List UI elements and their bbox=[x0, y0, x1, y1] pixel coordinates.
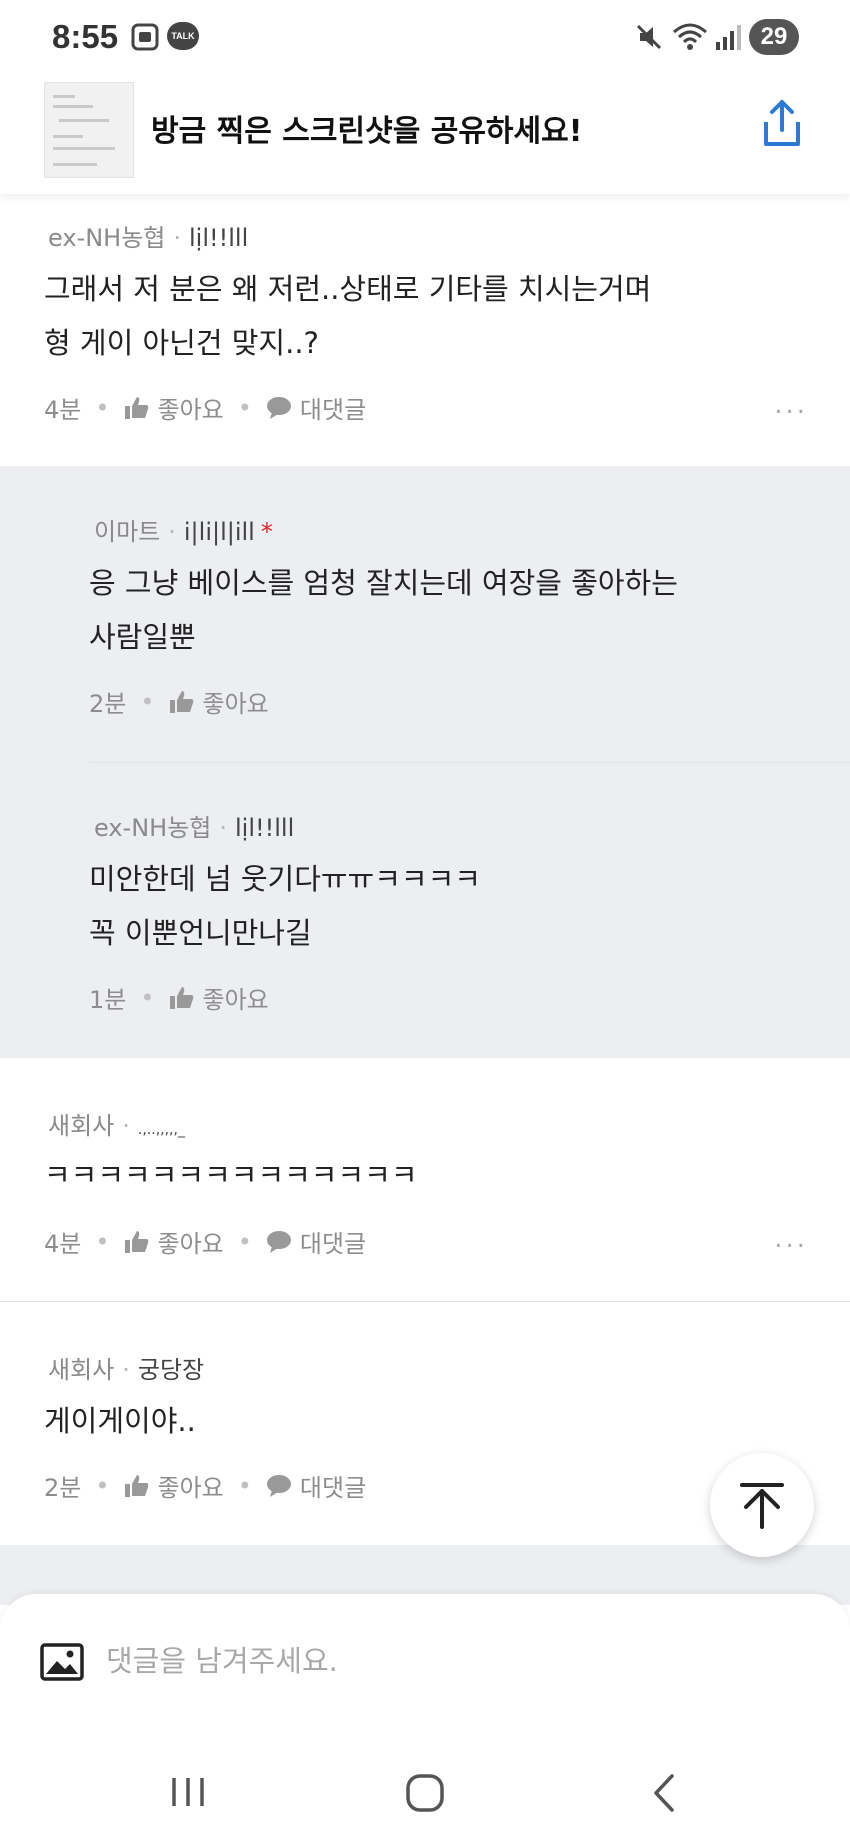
status-bar: 8:55 TALK 29 bbox=[0, 0, 850, 76]
comment-meta: 새회사 · 궁당장 bbox=[48, 1356, 205, 1384]
comment-body: ㅋㅋㅋㅋㅋㅋㅋㅋㅋㅋㅋㅋㅋㅋ bbox=[44, 1148, 418, 1202]
speech-bubble-icon[interactable] bbox=[266, 1230, 292, 1254]
comment-body: 게이게이야.. bbox=[44, 1394, 196, 1448]
kakaotalk-icon: TALK bbox=[167, 22, 199, 50]
comment-line: 미안한데 넘 웃기다ㅠㅠㅋㅋㅋㅋ bbox=[89, 862, 481, 896]
share-icon[interactable] bbox=[758, 98, 806, 150]
comment-author[interactable]: 이마트 bbox=[94, 518, 160, 546]
comment-meta: ex-NH농협 · lịl!!lll bbox=[48, 224, 249, 252]
scroll-to-top-button[interactable] bbox=[710, 1453, 814, 1557]
system-nav-bar bbox=[0, 1744, 850, 1842]
back-icon[interactable] bbox=[646, 1772, 682, 1814]
home-icon[interactable] bbox=[404, 1772, 446, 1814]
comment-time: 2분 bbox=[89, 690, 127, 718]
comment-author[interactable]: 새회사 bbox=[48, 1356, 114, 1384]
thumbs-up-icon[interactable] bbox=[124, 1474, 150, 1498]
comment-line: 그래서 저 분은 왜 저런..상태로 기타를 치시는거며 bbox=[44, 272, 652, 306]
comment-badge: lịl!!lll bbox=[189, 224, 249, 252]
comment-item: 새회사 · .,..,,,,,_ ㅋㅋㅋㅋㅋㅋㅋㅋㅋㅋㅋㅋㅋㅋ 4분 • 좋아요 •… bbox=[0, 1058, 850, 1300]
comment-badge: i|li|l|ill bbox=[183, 518, 255, 546]
thumbs-up-icon[interactable] bbox=[124, 396, 150, 420]
comment-line: 게이게이야.. bbox=[44, 1404, 196, 1438]
comment-actions: 4분 • 좋아요 • 대댓글 bbox=[44, 1224, 366, 1259]
more-options-button[interactable]: ... bbox=[774, 1224, 808, 1254]
comment-item: ex-NH농협 · lịl!!lll 그래서 저 분은 왜 저런..상태로 기타를 … bbox=[0, 194, 850, 466]
comment-body: 미안한데 넘 웃기다ㅠㅠㅋㅋㅋㅋ 꼭 이뿐언니만나길 bbox=[89, 852, 481, 960]
comment-meta: ex-NH농협 · lịl!!lll bbox=[94, 814, 295, 842]
screenshot-icon bbox=[131, 23, 159, 51]
status-time: 8:55 bbox=[52, 18, 119, 55]
comment-badge: .,..,,,,,_ bbox=[137, 1122, 185, 1138]
comment-badge: lịl!!lll bbox=[235, 814, 295, 842]
comment-line: ㅋㅋㅋㅋㅋㅋㅋㅋㅋㅋㅋㅋㅋㅋ bbox=[44, 1158, 418, 1192]
share-banner-title: 방금 찍은 스크린샷을 공유하세요! bbox=[151, 114, 583, 149]
like-button[interactable]: 좋아요 bbox=[158, 390, 224, 425]
reply-group: 이마트 · i|li|l|ill * 응 그냥 베이스를 엄청 잘치는데 여장을 좋아… bbox=[0, 466, 850, 1058]
required-star: * bbox=[260, 518, 273, 546]
comment-author[interactable]: ex-NH농협 bbox=[48, 224, 165, 252]
comment-body: 그래서 저 분은 왜 저런..상태로 기타를 치시는거며 형 게이 아닌건 맞지… bbox=[44, 262, 651, 370]
comment-input[interactable]: 댓글을 남겨주세요. bbox=[106, 1638, 338, 1680]
reply-divider bbox=[89, 762, 850, 763]
recent-apps-icon[interactable] bbox=[168, 1772, 208, 1812]
comment-time: 2분 bbox=[44, 1474, 82, 1502]
comment-author[interactable]: ex-NH농협 bbox=[94, 814, 211, 842]
comment-actions: 1분 • 좋아요 bbox=[89, 980, 269, 1015]
comment-badge: 궁당장 bbox=[137, 1356, 205, 1384]
comment-meta: 이마트 · i|li|l|ill * bbox=[94, 518, 273, 546]
speech-bubble-icon[interactable] bbox=[266, 396, 292, 420]
battery-indicator: 29 bbox=[749, 19, 799, 55]
like-button[interactable]: 좋아요 bbox=[158, 1224, 224, 1259]
comment-time: 1분 bbox=[89, 986, 127, 1014]
mute-icon bbox=[636, 24, 662, 50]
comment-body: 응 그냥 베이스를 엄청 잘치는데 여장을 좋아하는 사람일뿐 bbox=[89, 556, 678, 664]
signal-icon bbox=[716, 25, 741, 50]
reply-button[interactable]: 대댓글 bbox=[300, 1224, 366, 1259]
comment-time: 4분 bbox=[44, 1230, 82, 1258]
more-options-button[interactable]: ... bbox=[774, 390, 808, 420]
thumbs-up-icon[interactable] bbox=[169, 986, 195, 1010]
comment-line: 꼭 이뿐언니만나길 bbox=[89, 916, 312, 950]
like-button[interactable]: 좋아요 bbox=[158, 1468, 224, 1503]
arrow-up-icon bbox=[740, 1483, 784, 1529]
comment-actions: 2분 • 좋아요 bbox=[89, 684, 269, 719]
comment-actions: 2분 • 좋아요 • 대댓글 bbox=[44, 1468, 366, 1503]
image-attach-icon[interactable] bbox=[40, 1642, 84, 1682]
comment-line: 형 게이 아닌건 맞지..? bbox=[44, 326, 319, 360]
comment-meta: 새회사 · .,..,,,,,_ bbox=[48, 1112, 185, 1140]
speech-bubble-icon[interactable] bbox=[266, 1474, 292, 1498]
kakaotalk-label: TALK bbox=[171, 31, 195, 41]
like-button[interactable]: 좋아요 bbox=[203, 980, 269, 1015]
comment-time: 4분 bbox=[44, 396, 82, 424]
like-button[interactable]: 좋아요 bbox=[203, 684, 269, 719]
comment-actions: 4분 • 좋아요 • 대댓글 bbox=[44, 390, 366, 425]
thumbs-up-icon[interactable] bbox=[124, 1230, 150, 1254]
comment-composer: 댓글을 남겨주세요. bbox=[0, 1594, 850, 1744]
share-screenshot-banner[interactable]: 방금 찍은 스크린샷을 공유하세요! bbox=[0, 76, 850, 194]
wifi-icon bbox=[673, 23, 707, 50]
thumbs-up-icon[interactable] bbox=[169, 690, 195, 714]
reply-button[interactable]: 대댓글 bbox=[300, 390, 366, 425]
comment-line: 사람일뿐 bbox=[89, 620, 196, 654]
reply-button[interactable]: 대댓글 bbox=[300, 1468, 366, 1503]
comment-author[interactable]: 새회사 bbox=[48, 1112, 114, 1140]
screenshot-thumbnail[interactable] bbox=[44, 82, 134, 178]
comment-line: 응 그냥 베이스를 엄청 잘치는데 여장을 좋아하는 bbox=[89, 566, 678, 600]
